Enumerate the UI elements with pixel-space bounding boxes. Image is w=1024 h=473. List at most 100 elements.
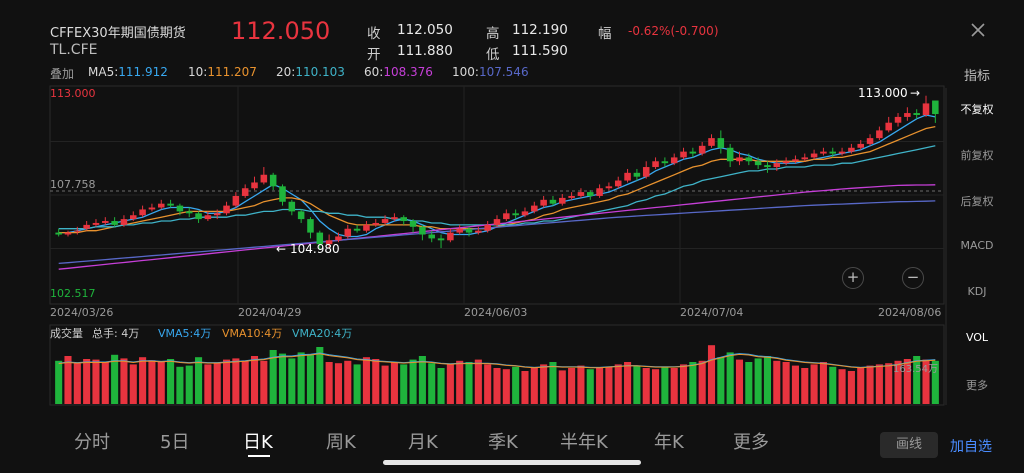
date-label: 2024/06/03 — [464, 306, 527, 319]
candle-body — [120, 219, 128, 225]
tab-more[interactable]: 更多 — [733, 428, 769, 454]
volume-bar — [689, 362, 697, 404]
volume-bar — [111, 354, 119, 404]
volume-bar — [540, 364, 548, 404]
vma10-readout: VMA10:4万 — [222, 327, 282, 340]
kline-chart[interactable]: 113.000 107.758 102.517 113.000 → ← 104.… — [0, 0, 1024, 473]
volume-bar — [726, 352, 734, 404]
tab-yearly-k[interactable]: 年K — [654, 428, 684, 454]
volume-bar — [83, 359, 91, 404]
adjust-forward-button[interactable]: 前复权 — [946, 147, 1008, 163]
candle-body — [83, 224, 90, 229]
candle-body — [540, 199, 547, 206]
volume-bar — [549, 362, 557, 404]
volume-bar — [735, 359, 744, 404]
volume-bar — [614, 364, 622, 404]
volume-bar — [222, 359, 231, 404]
tab-quarterly-k[interactable]: 季K — [488, 428, 518, 454]
tab-daily-k[interactable]: 日K — [243, 428, 273, 454]
volume-bar — [698, 360, 706, 404]
candle-body — [269, 174, 277, 187]
macd-button[interactable]: MACD — [946, 239, 1008, 252]
adjust-backward-button[interactable]: 后复权 — [946, 193, 1008, 209]
kdj-button[interactable]: KDJ — [946, 285, 1008, 298]
candle-body — [130, 215, 137, 220]
candle-body — [223, 205, 230, 214]
volume-bar — [362, 357, 370, 404]
candle-body — [102, 221, 109, 223]
candle-body — [820, 151, 827, 154]
volume-bar — [847, 371, 855, 404]
candle-body — [232, 195, 240, 206]
volume-bar — [577, 365, 585, 404]
candle-body — [111, 221, 118, 225]
candle-body — [344, 228, 352, 237]
volume-bar — [213, 362, 221, 404]
volume-bar — [456, 360, 464, 404]
candle-body — [512, 213, 519, 216]
volume-bar — [857, 368, 865, 404]
add-watchlist-button[interactable]: 加自选 — [950, 436, 992, 456]
candle-body — [717, 138, 725, 148]
zoom-in-button[interactable]: + — [842, 267, 864, 289]
candle-body — [586, 192, 594, 196]
volume-bar — [167, 359, 175, 404]
tab-weekly-k[interactable]: 周K — [326, 428, 356, 454]
candle-body — [409, 221, 417, 227]
ma100-line — [58, 200, 936, 265]
low-arrow-icon: ← — [276, 242, 286, 256]
draw-line-button[interactable]: 画线 — [880, 432, 938, 458]
volume-bar — [530, 368, 538, 404]
candle-body — [241, 188, 249, 196]
adjust-none-button[interactable]: 不复权 — [946, 101, 1008, 117]
candle-body — [624, 172, 631, 181]
volume-bar — [810, 364, 818, 404]
volume-bar — [278, 353, 287, 404]
volume-bar — [176, 366, 184, 404]
axis-mid-label: 107.758 — [50, 178, 96, 191]
volume-bar — [418, 356, 426, 404]
home-indicator — [383, 460, 641, 465]
candle-body — [708, 138, 715, 146]
tab-monthly-k[interactable]: 月K — [408, 428, 438, 454]
candle-body — [810, 153, 818, 158]
tab-5day[interactable]: 5日 — [160, 428, 189, 454]
volume-bar — [521, 371, 529, 404]
volume-bar — [250, 356, 259, 404]
volume-bar — [633, 365, 641, 404]
candle-body — [661, 161, 669, 164]
volume-bar — [465, 362, 473, 404]
volume-bar — [596, 368, 604, 404]
candle-body — [251, 182, 258, 189]
tab-halfyear-k[interactable]: 半年K — [560, 428, 608, 454]
vma5-readout: VMA5:4万 — [158, 327, 211, 340]
candle-body — [838, 151, 846, 154]
volume-bar — [642, 368, 650, 404]
volume-bar — [446, 364, 454, 404]
candle-body — [652, 161, 659, 168]
candle-body — [670, 157, 678, 164]
volume-bar — [670, 368, 678, 404]
tab-intraday[interactable]: 分时 — [74, 428, 110, 454]
candle-body — [866, 138, 874, 144]
candle-body — [568, 195, 575, 198]
vol-button[interactable]: VOL — [946, 331, 1008, 344]
date-label: 2024/04/29 — [238, 306, 301, 319]
volume-bar — [353, 364, 361, 404]
volume-bar — [484, 364, 492, 404]
candle-body — [521, 211, 529, 216]
candle-body — [559, 197, 566, 204]
zoom-out-button[interactable]: − — [902, 267, 924, 289]
volume-bar — [782, 362, 790, 404]
more-indicators-button[interactable]: 更多 — [946, 377, 1008, 393]
volume-bar — [474, 359, 482, 404]
date-label: 2024/08/06 — [878, 306, 941, 319]
candle-body — [157, 203, 165, 208]
candle-body — [689, 151, 697, 154]
volume-bar — [838, 369, 846, 404]
candle-body — [885, 122, 892, 131]
candle-body — [456, 228, 463, 233]
volume-bar — [185, 365, 193, 404]
volume-bar — [73, 363, 81, 404]
candle-body — [139, 209, 146, 216]
